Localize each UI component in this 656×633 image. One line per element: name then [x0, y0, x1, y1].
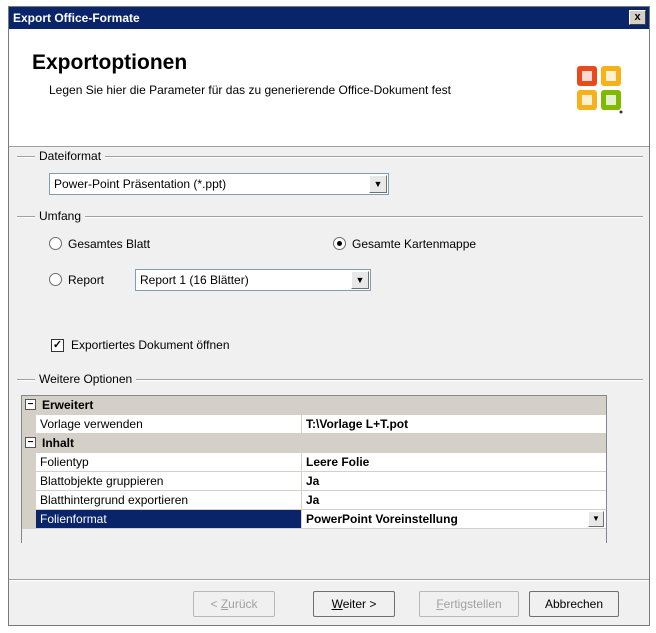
property-name: Folienformat — [36, 510, 302, 528]
category-label: Erweitert — [42, 398, 94, 412]
property-value[interactable]: Ja — [303, 491, 606, 509]
radio-gesamtes-blatt-label[interactable]: Gesamtes Blatt — [68, 237, 150, 251]
radio-report-label[interactable]: Report — [68, 273, 104, 287]
category-erweitert[interactable]: − Erweitert — [22, 396, 606, 415]
property-name: Folientyp — [36, 453, 302, 471]
property-row[interactable]: Blatthintergrund exportieren Ja — [22, 491, 606, 510]
property-name: Vorlage verwenden — [36, 415, 302, 433]
umfang-separator — [17, 216, 643, 218]
property-grid[interactable]: − Erweitert Vorlage verwenden T:\Vorlage… — [21, 395, 607, 543]
dateiformat-separator — [17, 156, 643, 158]
open-document-checkbox[interactable]: ✓ — [51, 339, 64, 352]
wizard-header: Exportoptionen Legen Sie hier die Parame… — [9, 29, 649, 147]
weitere-group-label: Weitere Optionen — [35, 372, 137, 386]
property-row[interactable]: Blattobjekte gruppieren Ja — [22, 472, 606, 491]
property-name: Blattobjekte gruppieren — [36, 472, 302, 490]
category-inhalt[interactable]: − Inhalt — [22, 434, 606, 453]
radio-gesamte-kartenmappe-label[interactable]: Gesamte Kartenmappe — [352, 237, 476, 251]
collapse-icon[interactable]: − — [25, 399, 36, 410]
open-document-label[interactable]: Exportiertes Dokument öffnen — [71, 338, 230, 352]
export-dialog: Export Office-Formate x Exportoptionen L… — [8, 6, 650, 626]
dateiformat-value: Power-Point Präsentation (*.ppt) — [54, 177, 227, 191]
next-button[interactable]: Weiter > — [313, 591, 395, 617]
collapse-icon[interactable]: − — [25, 437, 36, 448]
title-bar[interactable]: Export Office-Formate x — [9, 7, 649, 29]
report-select[interactable]: Report 1 (16 Blätter) ▼ — [135, 269, 371, 291]
page-title: Exportoptionen — [32, 51, 188, 74]
window-title: Export Office-Formate — [13, 11, 140, 25]
dateiformat-select[interactable]: Power-Point Präsentation (*.ppt) ▼ — [49, 173, 389, 195]
chevron-down-icon[interactable]: ▼ — [351, 271, 369, 289]
property-value[interactable]: PowerPoint Voreinstellung — [303, 510, 606, 528]
chevron-down-icon[interactable]: ▼ — [588, 511, 604, 527]
office-logo-icon — [577, 66, 623, 114]
grid-empty-area — [22, 530, 606, 543]
property-name: Blatthintergrund exportieren — [36, 491, 302, 509]
page-description: Legen Sie hier die Parameter für das zu … — [49, 83, 451, 97]
property-row[interactable]: Vorlage verwenden T:\Vorlage L+T.pot — [22, 415, 606, 434]
property-row-selected[interactable]: Folienformat PowerPoint Voreinstellung ▼ — [22, 510, 606, 529]
close-button[interactable]: x — [629, 10, 646, 25]
back-button[interactable]: < Zurück — [193, 591, 275, 617]
cancel-button[interactable]: Abbrechen — [529, 591, 619, 617]
property-value[interactable]: T:\Vorlage L+T.pot — [303, 415, 606, 433]
property-row[interactable]: Folientyp Leere Folie — [22, 453, 606, 472]
umfang-group-label: Umfang — [35, 209, 86, 223]
radio-report[interactable] — [49, 273, 62, 286]
button-separator — [9, 579, 649, 581]
property-value[interactable]: Ja — [303, 472, 606, 490]
dateiformat-group-label: Dateiformat — [35, 149, 106, 163]
radio-gesamte-kartenmappe[interactable] — [333, 237, 346, 250]
radio-gesamtes-blatt[interactable] — [49, 237, 62, 250]
finish-button[interactable]: Fertigstellen — [419, 591, 519, 617]
property-value[interactable]: Leere Folie — [303, 453, 606, 471]
chevron-down-icon[interactable]: ▼ — [369, 175, 387, 193]
report-value: Report 1 (16 Blätter) — [140, 273, 249, 287]
category-label: Inhalt — [42, 436, 74, 450]
